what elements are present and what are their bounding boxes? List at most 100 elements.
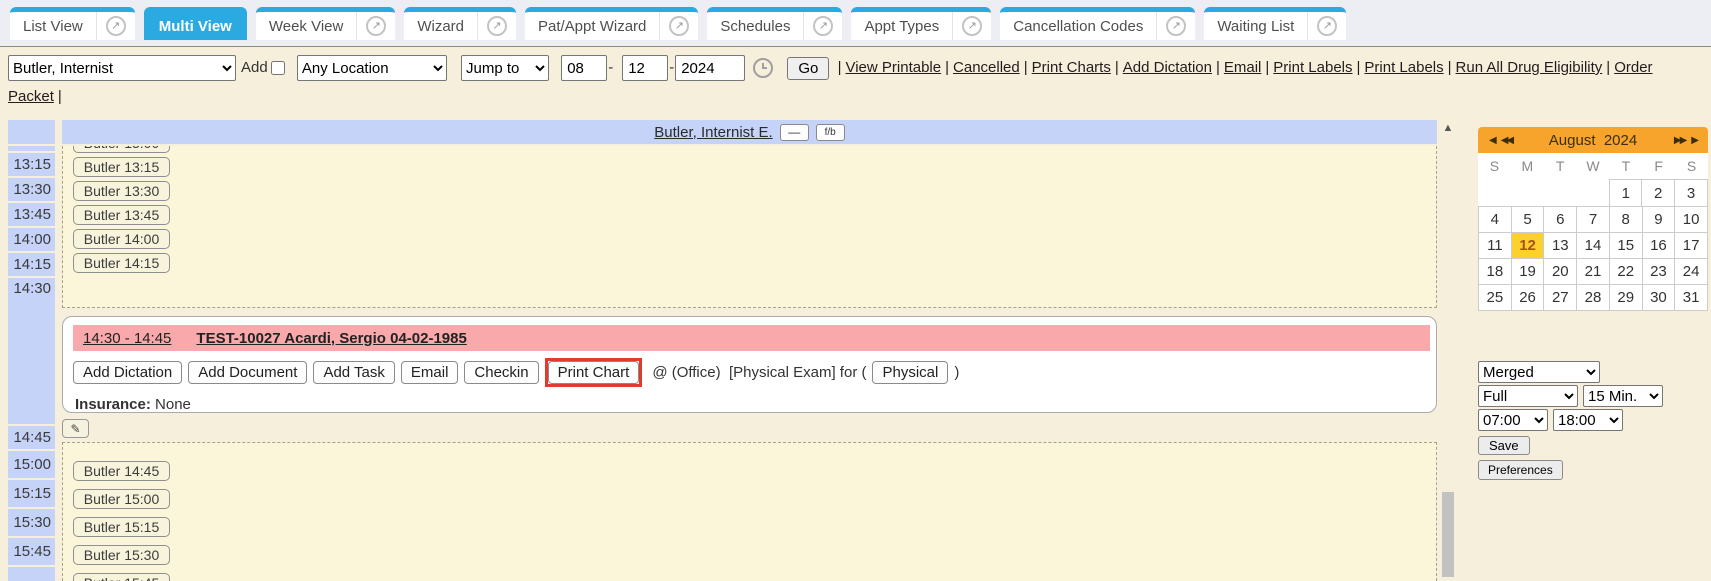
slot-button[interactable]: Butler 15:30 xyxy=(73,545,170,565)
open-in-new-icon[interactable]: ↗ xyxy=(96,12,135,40)
provider-header-link[interactable]: Butler, Internist E. xyxy=(654,124,772,141)
open-in-new-icon[interactable]: ↗ xyxy=(356,12,395,40)
end-time-select[interactable]: 18:00 xyxy=(1553,409,1623,431)
tab-appt-types[interactable]: Appt Types ↗ xyxy=(851,7,991,40)
date-month-input[interactable] xyxy=(561,55,607,81)
run-drug-eligibility-link[interactable]: Run All Drug Eligibility xyxy=(1456,59,1603,76)
cancelled-link[interactable]: Cancelled xyxy=(953,59,1020,76)
calendar-day[interactable]: 13 xyxy=(1544,233,1577,259)
calendar-day[interactable]: 29 xyxy=(1610,285,1643,311)
calendar-next-month-icon[interactable]: ▶ xyxy=(1691,135,1697,146)
clock-icon[interactable] xyxy=(753,58,773,78)
calendar-day[interactable]: 14 xyxy=(1577,233,1610,259)
open-in-new-icon[interactable]: ↗ xyxy=(659,12,698,40)
calendar-day[interactable]: 16 xyxy=(1643,233,1676,259)
tab-week-view[interactable]: Week View ↗ xyxy=(256,7,395,40)
tab-cancellation-codes[interactable]: Cancellation Codes ↗ xyxy=(1000,7,1195,40)
add-task-button[interactable]: Add Task xyxy=(313,361,394,384)
location-select[interactable]: Any Location xyxy=(297,55,447,81)
tab-schedules[interactable]: Schedules ↗ xyxy=(707,7,842,40)
add-checkbox[interactable] xyxy=(271,61,285,75)
open-in-new-icon[interactable]: ↗ xyxy=(803,12,842,40)
size-select[interactable]: Full xyxy=(1478,385,1578,407)
view-printable-link[interactable]: View Printable xyxy=(845,59,941,76)
minimize-column-button[interactable]: — xyxy=(780,124,809,141)
slot-button[interactable]: Butler 15:45 xyxy=(73,573,170,581)
go-button[interactable]: Go xyxy=(787,57,829,80)
fb-button[interactable]: f/b xyxy=(816,124,845,141)
slot-button[interactable]: Butler 15:15 xyxy=(73,517,170,537)
save-button[interactable]: Save xyxy=(1478,436,1530,455)
email-link[interactable]: Email xyxy=(1224,59,1262,76)
provider-select[interactable]: Butler, Internist xyxy=(8,55,236,81)
slot-button[interactable]: Butler 14:00 xyxy=(73,229,170,249)
calendar-day[interactable]: 24 xyxy=(1675,259,1708,285)
open-in-new-icon[interactable]: ↗ xyxy=(1307,12,1346,40)
calendar-day[interactable]: 31 xyxy=(1675,285,1708,311)
appointment-type-button[interactable]: Physical xyxy=(872,361,948,384)
calendar-next-year-icon[interactable]: ▶▶ xyxy=(1674,135,1685,146)
tab-waiting-list[interactable]: Waiting List ↗ xyxy=(1204,7,1346,40)
edit-slot-button[interactable]: ✎ xyxy=(62,419,89,438)
add-dictation-link[interactable]: Add Dictation xyxy=(1123,59,1212,76)
calendar-day[interactable]: 21 xyxy=(1577,259,1610,285)
calendar-day[interactable]: 28 xyxy=(1577,285,1610,311)
preferences-button[interactable]: Preferences xyxy=(1478,460,1563,480)
appointment-patient-link[interactable]: TEST-10027 Acardi, Sergio 04-02-1985 xyxy=(196,330,466,347)
slot-button[interactable]: Butler 14:45 xyxy=(73,461,170,481)
calendar-day[interactable]: 5 xyxy=(1512,207,1545,233)
calendar-day[interactable]: 7 xyxy=(1577,207,1610,233)
tab-multi-view[interactable]: Multi View xyxy=(144,7,247,40)
calendar-day[interactable]: 20 xyxy=(1544,259,1577,285)
print-charts-link[interactable]: Print Charts xyxy=(1032,59,1111,76)
checkin-button[interactable]: Checkin xyxy=(464,361,538,384)
calendar-day[interactable]: 9 xyxy=(1643,207,1676,233)
email-button[interactable]: Email xyxy=(401,361,459,384)
tab-wizard[interactable]: Wizard ↗ xyxy=(404,7,516,40)
scroll-up-icon[interactable]: ▲ xyxy=(1440,122,1456,134)
calendar-day[interactable]: 27 xyxy=(1544,285,1577,311)
appointment-time-link[interactable]: 14:30 - 14:45 xyxy=(83,330,171,347)
add-dictation-button[interactable]: Add Dictation xyxy=(73,361,182,384)
open-in-new-icon[interactable]: ↗ xyxy=(1156,12,1195,40)
calendar-prev-year-icon[interactable]: ◀◀ xyxy=(1501,135,1512,146)
scrollbar-thumb[interactable] xyxy=(1442,492,1454,577)
calendar-day[interactable]: 18 xyxy=(1479,259,1512,285)
calendar-day[interactable]: 6 xyxy=(1544,207,1577,233)
open-in-new-icon[interactable]: ↗ xyxy=(477,12,516,40)
calendar-day[interactable]: 19 xyxy=(1512,259,1545,285)
calendar-day[interactable]: 10 xyxy=(1675,207,1708,233)
calendar-day[interactable]: 25 xyxy=(1479,285,1512,311)
start-time-select[interactable]: 07:00 xyxy=(1478,409,1548,431)
tab-list-view[interactable]: List View ↗ xyxy=(10,7,135,40)
calendar-day[interactable]: 22 xyxy=(1610,259,1643,285)
calendar-day[interactable]: 1 xyxy=(1609,179,1642,206)
print-labels-link[interactable]: Print Labels xyxy=(1273,59,1352,76)
open-in-new-icon[interactable]: ↗ xyxy=(952,12,991,40)
interval-select[interactable]: 15 Min. xyxy=(1583,385,1663,407)
add-document-button[interactable]: Add Document xyxy=(188,361,307,384)
calendar-prev-month-icon[interactable]: ◀ xyxy=(1489,135,1495,146)
slot-button[interactable]: Butler 14:15 xyxy=(73,253,170,273)
slot-button[interactable]: Butler 15:00 xyxy=(73,489,170,509)
calendar-day[interactable]: 11 xyxy=(1479,233,1512,259)
calendar-day[interactable]: 8 xyxy=(1610,207,1643,233)
jump-to-select[interactable]: Jump to xyxy=(461,55,549,81)
print-chart-button[interactable]: Print Chart xyxy=(548,361,640,384)
schedule-scrollbar[interactable]: ▲ xyxy=(1440,122,1456,577)
calendar-day[interactable]: 4 xyxy=(1479,207,1512,233)
calendar-day[interactable]: 26 xyxy=(1512,285,1545,311)
calendar-day[interactable]: 30 xyxy=(1643,285,1676,311)
print-labels-link[interactable]: Print Labels xyxy=(1364,59,1443,76)
slot-button[interactable]: Butler 13:45 xyxy=(73,205,170,225)
slot-button[interactable]: Butler 13:15 xyxy=(73,157,170,177)
calendar-day-selected[interactable]: 12 xyxy=(1512,233,1545,259)
slot-button[interactable]: Butler 13:30 xyxy=(73,181,170,201)
date-day-input[interactable] xyxy=(622,55,668,81)
calendar-day[interactable]: 17 xyxy=(1675,233,1708,259)
tab-pat-appt-wizard[interactable]: Pat/Appt Wizard ↗ xyxy=(525,7,698,40)
calendar-day[interactable]: 2 xyxy=(1642,179,1675,206)
calendar-day[interactable]: 3 xyxy=(1675,179,1708,206)
slot-button[interactable]: Butler 13:00 xyxy=(73,146,170,153)
date-year-input[interactable] xyxy=(675,55,745,81)
